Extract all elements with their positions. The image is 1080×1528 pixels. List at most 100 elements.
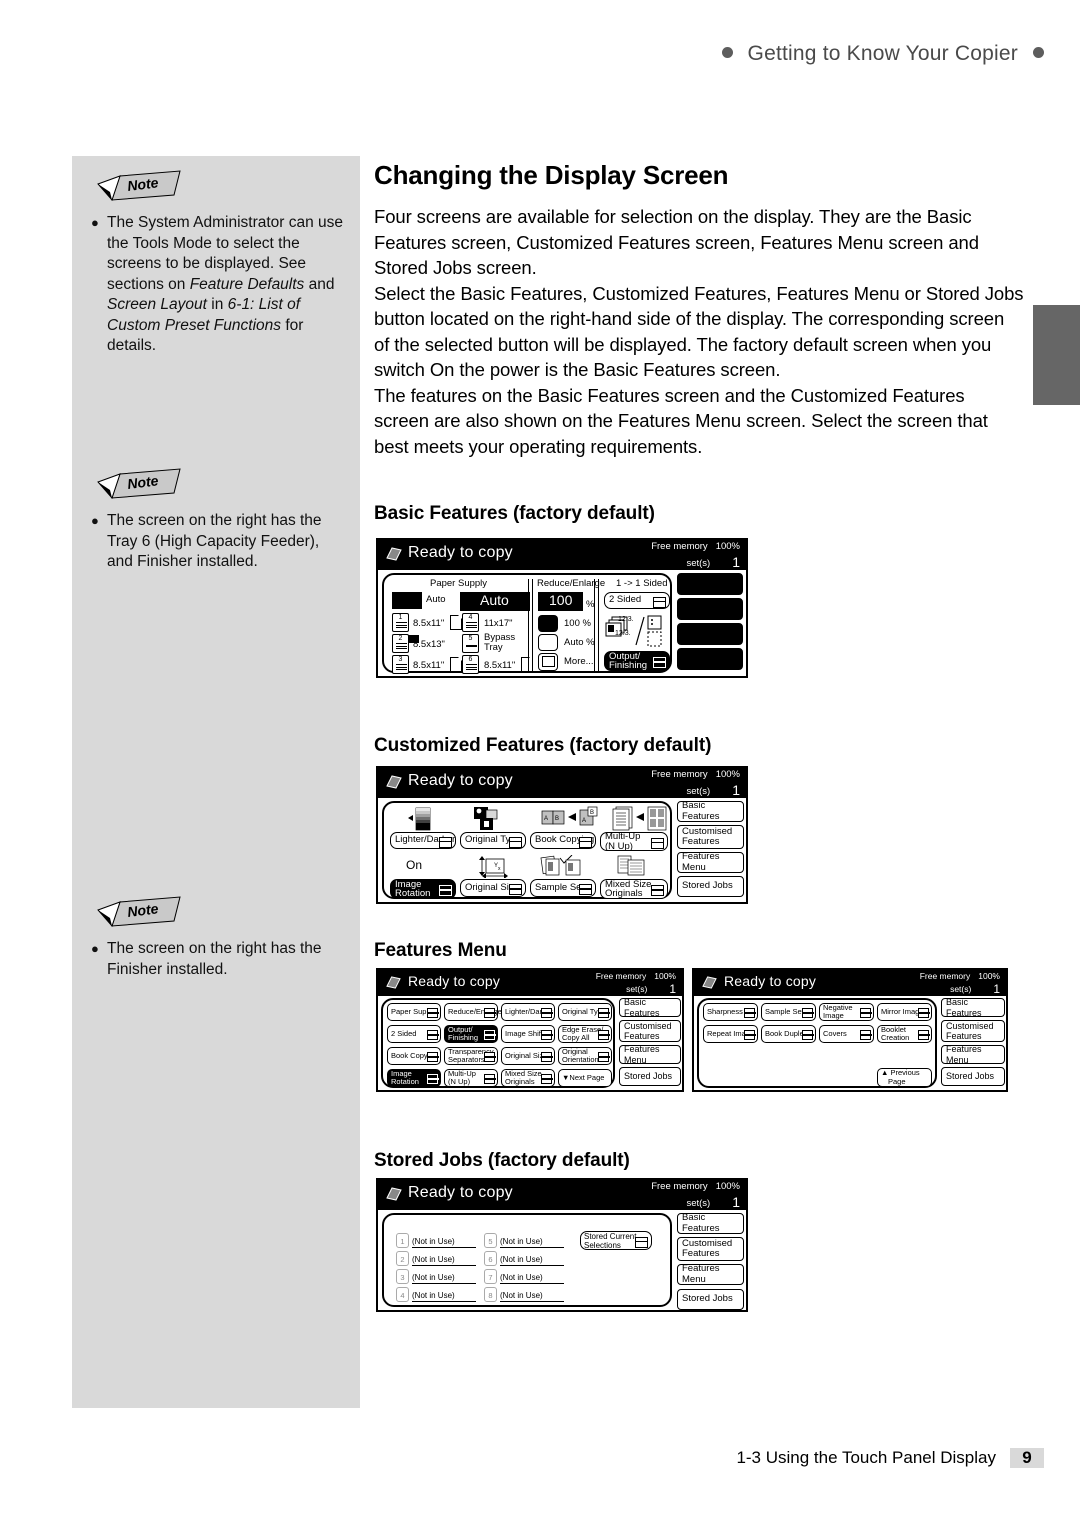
sidebtn-features-menu-label: Features Menu — [624, 1044, 660, 1065]
sidebtn-basic-features[interactable]: Basic Features — [941, 997, 1005, 1018]
sidebtn-customised-features[interactable]: Customised Features — [619, 1020, 681, 1042]
tray-6-number: 6 — [468, 655, 473, 663]
divider-1b — [532, 579, 533, 671]
fm1-button-15[interactable]: Mixed Size Originals — [501, 1069, 555, 1087]
tray-3-icon[interactable]: 3 — [392, 655, 409, 674]
re-option-auto-radio[interactable] — [538, 634, 558, 651]
re-option-100-radio[interactable] — [538, 615, 558, 632]
btn-mixed-size-originals[interactable]: Mixed Size Originals — [600, 879, 668, 899]
fm2-button-5[interactable]: Repeat Image — [703, 1025, 758, 1043]
sidebtn-features-menu[interactable] — [677, 623, 743, 645]
sidebtn-customised-features[interactable] — [677, 598, 743, 620]
fm2-button-6[interactable]: Book Duplex — [761, 1025, 816, 1043]
sidebtn-stored-jobs[interactable]: Stored Jobs — [677, 1289, 744, 1310]
sidebtn-basic-features[interactable] — [677, 573, 743, 595]
tray-5-icon[interactable]: 5 — [462, 634, 479, 653]
running-head-text: Getting to Know Your Copier — [747, 42, 1018, 65]
tray-6-icon[interactable]: 6 — [462, 655, 479, 674]
stored-jobs-select-buttons: Basic Features Customised Features Featu… — [677, 1212, 744, 1313]
btn-sample-set[interactable]: Sample Set — [530, 879, 596, 897]
sidebtn-features-menu[interactable]: Features Menu — [677, 1263, 744, 1285]
chapter-thumb-tab — [1033, 305, 1080, 405]
fm1-button-7-tag-icon — [541, 1030, 553, 1040]
note-3-text: ● The screen on the right has the Finishe… — [90, 939, 346, 980]
fm1-button-9[interactable]: Book Copying — [387, 1047, 441, 1065]
fm1-button-7[interactable]: Image Shift — [501, 1025, 555, 1043]
heading-stored-jobs: Stored Jobs (factory default) — [374, 1150, 630, 1171]
fm1-button-14-tag-icon — [484, 1074, 496, 1084]
btn-image-rotation[interactable]: Image Rotation — [390, 879, 456, 899]
btn-book-copying[interactable]: Book Copying — [530, 832, 596, 849]
sets-value: 1 — [669, 982, 676, 996]
article-paragraph-2: Select the Basic Features, Customized Fe… — [374, 282, 1024, 381]
store-current-selections-button[interactable]: Stored Current Selections — [580, 1231, 652, 1250]
btn-original-size[interactable]: Original Size — [460, 879, 526, 897]
fm1-button-5[interactable]: 2 Sided — [387, 1025, 441, 1043]
stored-job-slot-8-label[interactable]: (Not in Use) — [500, 1291, 564, 1302]
fm1-button-12-tag-icon — [598, 1052, 610, 1062]
sidebtn-basic-features[interactable]: Basic Features — [619, 997, 681, 1018]
btn-multi-up[interactable]: Multi-Up (N Up) — [600, 832, 668, 851]
tray-4-number: 4 — [468, 613, 473, 621]
sidebtn-features-menu[interactable]: Features Menu — [941, 1044, 1005, 1065]
sidebtn-stored-jobs-label: Stored Jobs — [624, 1071, 673, 1082]
stored-job-slot-1-label[interactable]: (Not in Use) — [412, 1237, 476, 1248]
tray-4-icon[interactable]: 4 — [462, 613, 479, 632]
output-finishing-button[interactable]: Output/ Finishing — [604, 651, 670, 671]
btn-lighter-darker[interactable]: Lighter/Darker — [390, 832, 456, 849]
sidebtn-stored-jobs[interactable]: Stored Jobs — [619, 1067, 681, 1086]
fm1-button-1[interactable]: Paper Supply — [387, 1003, 441, 1021]
stored-job-slot-6-label[interactable]: (Not in Use) — [500, 1255, 564, 1266]
fm2-button-8[interactable]: Booklet Creation — [877, 1025, 932, 1043]
fm1-button-16[interactable]: ▼Next Page — [558, 1069, 612, 1087]
sidebtn-basic-features-label: Basic Features — [946, 997, 982, 1018]
fm1-button-3[interactable]: Lighter/Darker — [501, 1003, 555, 1021]
fm1-button-12[interactable]: Original Orientation — [558, 1047, 612, 1065]
fm1-button-2[interactable]: Reduce/Enlarge — [444, 1003, 502, 1021]
fm2-button-3[interactable]: Negative Image — [819, 1003, 874, 1021]
heading-customized-features: Customized Features (factory default) — [374, 735, 712, 756]
sidebtn-stored-jobs-label: Stored Jobs — [682, 1293, 733, 1305]
sidebtn-stored-jobs[interactable]: Stored Jobs — [677, 876, 744, 897]
fm2-button-4[interactable]: Mirror Image — [877, 1003, 932, 1021]
btn-original-type[interactable]: Original Type — [460, 832, 526, 849]
stored-job-slot-5-label[interactable]: (Not in Use) — [500, 1237, 564, 1248]
sidebtn-features-menu[interactable]: Features Menu — [677, 851, 744, 873]
fm2-button-2[interactable]: Sample Set — [761, 1003, 816, 1021]
sidebtn-stored-jobs[interactable]: Stored Jobs — [941, 1067, 1005, 1086]
tray-4-size: 11x17" — [484, 618, 513, 629]
features-menu2-select-buttons: Basic Features Customised Features Featu… — [941, 997, 1005, 1089]
sidebtn-basic-features[interactable]: Basic Features — [677, 1212, 744, 1234]
tray-1-icon[interactable]: 1 — [392, 613, 409, 632]
sidebtn-customised-features[interactable]: Customised Features — [941, 1020, 1005, 1042]
sidebtn-features-menu[interactable]: Features Menu — [619, 1044, 681, 1065]
fm2-button-7[interactable]: Covers — [819, 1025, 874, 1043]
fm1-button-13-line2: Rotation — [391, 1077, 419, 1086]
sidebtn-customised-features[interactable]: Customised Features — [677, 825, 744, 849]
fm1-button-4[interactable]: Original Type — [558, 1003, 612, 1021]
tray-5-size: Bypass Tray — [484, 632, 516, 653]
stored-job-slot-4-label[interactable]: (Not in Use) — [412, 1291, 476, 1302]
svg-text:B: B — [590, 810, 594, 816]
two-sided-label: 2 Sided — [609, 594, 642, 606]
two-sided-button[interactable]: 2 Sided — [604, 592, 670, 609]
stored-job-slot-3-label[interactable]: (Not in Use) — [412, 1273, 476, 1284]
sidebtn-stored-jobs[interactable] — [677, 648, 743, 670]
lcd-titlebar: Ready to copy Free memory 100% set(s) 1 — [694, 970, 1006, 996]
stored-job-slot-2-label[interactable]: (Not in Use) — [412, 1255, 476, 1266]
tray-2-icon[interactable]: 2 — [392, 634, 409, 653]
fm1-button-10[interactable]: Transparency Separators — [444, 1047, 498, 1065]
copier-status-icon — [386, 975, 402, 991]
fm2-button-1[interactable]: Sharpness — [703, 1003, 758, 1021]
fm1-button-8[interactable]: Edge Erase/Copy All — [558, 1025, 612, 1043]
sidebtn-basic-features[interactable]: Basic Features — [677, 800, 744, 822]
stored-job-slot-7-label[interactable]: (Not in Use) — [500, 1273, 564, 1284]
tray-1-number: 1 — [398, 613, 403, 621]
fm1-button-11[interactable]: Original Size — [501, 1047, 555, 1065]
fm2-button-6-tag-icon — [802, 1030, 814, 1040]
fm2-previous-page-button[interactable]: ▲ Previous Page — [877, 1068, 932, 1087]
fm1-button-6[interactable]: Output/Finishing — [444, 1025, 498, 1043]
fm1-button-14[interactable]: Multi-Up (N Up) — [444, 1069, 498, 1087]
sidebtn-customised-features[interactable]: Customised Features — [677, 1237, 744, 1261]
fm1-button-13[interactable]: Image Rotation — [387, 1069, 441, 1087]
